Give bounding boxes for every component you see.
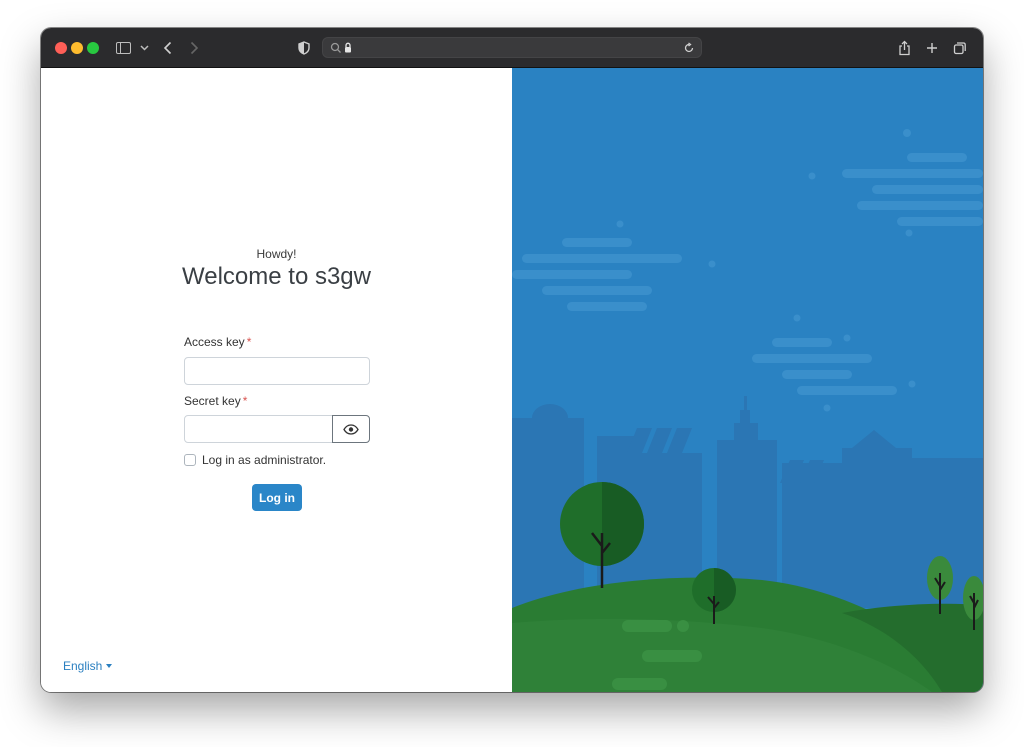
address-bar[interactable] bbox=[322, 37, 702, 58]
secret-key-label: Secret key * bbox=[184, 394, 247, 408]
browser-toolbar bbox=[41, 28, 983, 68]
secret-key-input[interactable] bbox=[184, 415, 333, 443]
search-icon bbox=[330, 42, 341, 53]
reload-icon[interactable] bbox=[683, 42, 695, 54]
access-key-label: Access key * bbox=[184, 335, 251, 349]
caret-down-icon bbox=[106, 664, 113, 668]
secret-key-label-text: Secret key bbox=[184, 394, 241, 408]
lock-icon bbox=[345, 42, 351, 53]
language-label: English bbox=[63, 659, 103, 673]
login-panel: Howdy! Welcome to s3gw Access key * Secre… bbox=[41, 68, 512, 692]
chevron-down-icon[interactable] bbox=[139, 38, 149, 58]
access-key-input[interactable] bbox=[184, 357, 370, 385]
toggle-password-visibility-button[interactable] bbox=[332, 415, 370, 443]
login-button[interactable]: Log in bbox=[252, 484, 302, 511]
page-content: Howdy! Welcome to s3gw Access key * Secre… bbox=[41, 68, 983, 692]
language-selector[interactable]: English bbox=[63, 659, 113, 673]
admin-checkbox-label[interactable]: Log in as administrator. bbox=[202, 453, 326, 467]
page-title: Welcome to s3gw bbox=[182, 263, 371, 290]
required-marker: * bbox=[246, 335, 252, 349]
plus-icon[interactable] bbox=[925, 38, 939, 58]
required-marker: * bbox=[242, 394, 248, 408]
landscape-illustration bbox=[512, 68, 983, 692]
share-icon[interactable] bbox=[897, 38, 911, 58]
sidebar-icon[interactable] bbox=[115, 38, 131, 58]
close-window-button[interactable] bbox=[55, 42, 67, 54]
minimize-window-button[interactable] bbox=[71, 42, 83, 54]
greeting: Howdy! bbox=[256, 247, 297, 261]
admin-checkbox[interactable] bbox=[184, 454, 196, 466]
illustration-panel bbox=[512, 68, 983, 692]
browser-window: Howdy! Welcome to s3gw Access key * Secre… bbox=[41, 28, 983, 692]
shield-icon[interactable] bbox=[297, 38, 311, 58]
forward-icon[interactable] bbox=[187, 38, 201, 58]
zoom-window-button[interactable] bbox=[87, 42, 99, 54]
access-key-label-text: Access key bbox=[184, 335, 245, 349]
back-icon[interactable] bbox=[161, 38, 175, 58]
eye-icon bbox=[343, 423, 359, 435]
tabs-icon[interactable] bbox=[953, 38, 967, 58]
